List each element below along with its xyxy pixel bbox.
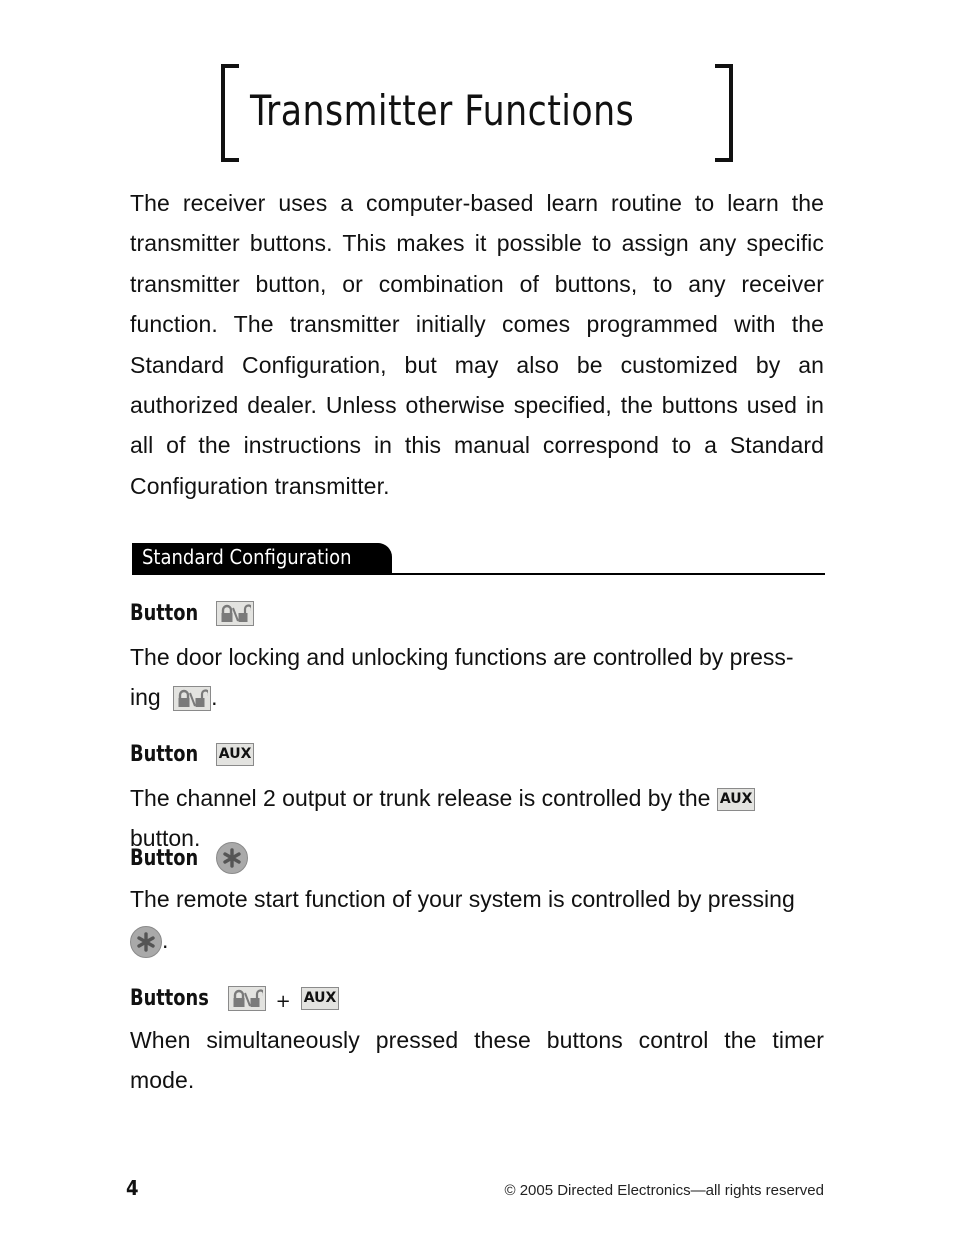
button-desc-lock-line1: The door locking and unlocking functions…: [130, 644, 794, 670]
button-desc-remote-start-line2: .: [130, 920, 824, 960]
heading-label: Buttons: [130, 986, 209, 1011]
asterisk-icon: [215, 842, 248, 874]
asterisk-icon: [130, 925, 162, 958]
button-desc-lock-line2: ing .: [130, 677, 824, 717]
intro-paragraph: The receiver uses a computer-based learn…: [130, 190, 824, 499]
lock-unlock-icon: [215, 601, 254, 626]
heading-label: Button: [130, 601, 199, 626]
button-heading-combo: Buttons + AUX: [130, 985, 340, 1012]
title-bracket-right: [715, 64, 733, 162]
desc-text: .: [162, 927, 169, 953]
plus-sign: +: [275, 991, 291, 1012]
desc-text: .: [211, 684, 218, 710]
aux-icon: AUX: [300, 987, 340, 1010]
button-heading-remote-start: Button: [130, 842, 248, 874]
button-heading-aux: Button AUX: [130, 742, 255, 767]
button-heading-lock: Button: [130, 601, 254, 626]
page-number: 4: [126, 1176, 139, 1200]
button-desc-combo: When simultaneously pressed these button…: [130, 1027, 824, 1094]
aux-icon: AUX: [215, 743, 255, 766]
desc-text: ing: [130, 684, 161, 710]
aux-icon: AUX: [716, 788, 756, 812]
section-header: Standard Configuration: [132, 543, 392, 574]
title-bracket-left: [221, 64, 239, 162]
lock-unlock-icon: [227, 986, 266, 1011]
heading-label: Button: [130, 845, 199, 871]
button-desc-remote-start-line1: The remote start function of your system…: [130, 886, 795, 912]
section-rule: [132, 573, 825, 575]
page-title: Transmitter Functions: [250, 86, 635, 135]
desc-text: The channel 2 output or trunk release is…: [130, 785, 711, 811]
heading-label: Button: [130, 742, 199, 767]
lock-unlock-icon: [173, 686, 212, 712]
copyright: © 2005 Directed Electronics—all rights r…: [504, 1182, 824, 1199]
